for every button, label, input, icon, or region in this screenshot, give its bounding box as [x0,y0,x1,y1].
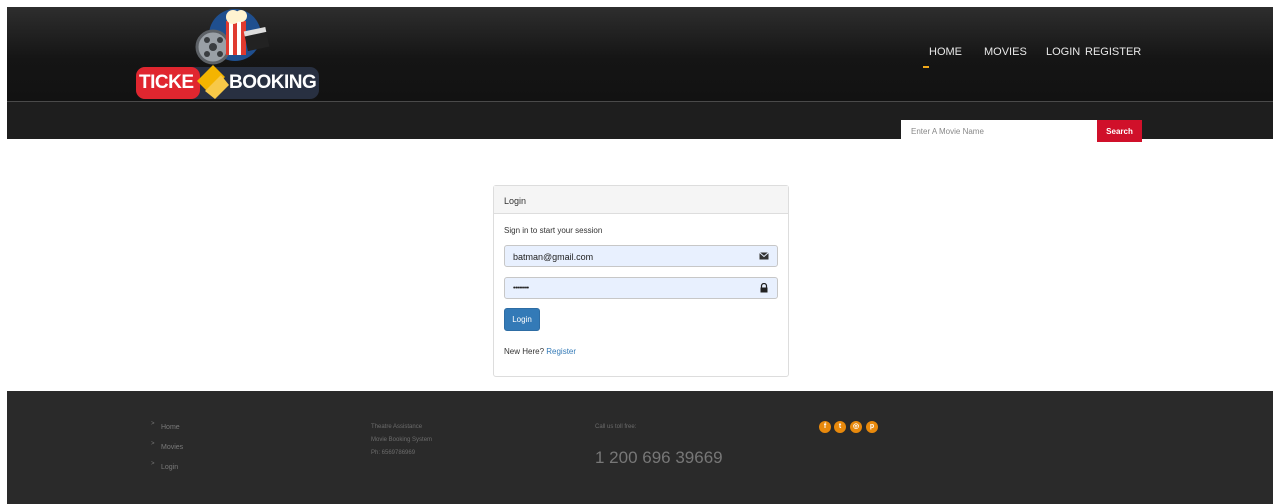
chevron-right-icon: > [151,441,155,447]
login-submit-button[interactable]: Login [504,308,540,331]
email-field[interactable]: batman@gmail.com [504,245,778,267]
logo-text-left: TICKE [139,72,194,93]
chevron-right-icon: > [151,461,155,467]
register-link[interactable]: Register [546,347,576,356]
login-panel-title: Login [494,186,788,214]
movie-search-input[interactable] [901,120,1097,142]
lock-icon [760,283,768,293]
footer-info-line: Theatre Assistance [371,424,423,430]
new-here-text: New Here? Register [504,347,576,356]
envelope-icon [759,252,769,260]
password-value: •••••••• [513,285,529,292]
search-button[interactable]: Search [1097,120,1142,142]
nav-login[interactable]: LOGIN [1046,46,1080,58]
nav-home[interactable]: HOME [929,46,962,58]
brand-logo[interactable]: TICKE BOOKING [133,7,323,101]
nav-register[interactable]: REGISTER [1085,46,1141,58]
pinterest-icon[interactable]: p [866,421,878,433]
twitter-icon[interactable]: t [834,421,846,433]
footer-info-line: Movie Booking System [371,437,433,443]
footer-link-login[interactable]: Login [161,464,178,471]
footer-info-line: Ph: 6569786969 [371,450,416,456]
logo-text-right: BOOKING [229,72,317,93]
footer-link-home[interactable]: Home [161,424,180,431]
nav-movies[interactable]: MOVIES [984,46,1027,58]
login-subtitle: Sign in to start your session [504,226,603,235]
footer-phone: 1 200 696 39669 [595,448,723,467]
chevron-right-icon: > [151,421,155,427]
dribbble-icon[interactable]: ◎ [850,421,862,433]
nav-active-indicator [923,66,929,68]
footer-call-label: Call us toll free: [595,424,637,430]
password-field[interactable]: •••••••• [504,277,778,299]
email-value: batman@gmail.com [513,252,594,262]
login-panel: Login Sign in to start your session batm… [493,185,789,377]
facebook-icon[interactable]: f [819,421,831,433]
footer-link-movies[interactable]: Movies [161,444,183,451]
new-here-label: New Here? [504,347,545,356]
